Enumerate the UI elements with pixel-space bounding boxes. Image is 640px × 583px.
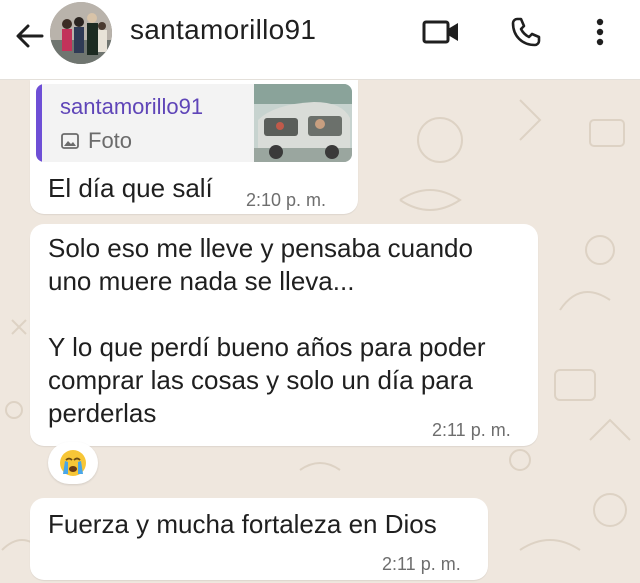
back-arrow-icon[interactable]	[12, 18, 48, 54]
message-timestamp: 2:11 p. m.	[382, 554, 461, 574]
video-call-icon[interactable]	[420, 14, 462, 50]
contact-name[interactable]: santamorillo91	[130, 14, 316, 46]
chat-area[interactable]: santamorillo91 Foto El día que salí 2:10…	[0, 80, 640, 583]
quoted-message[interactable]: santamorillo91 Foto	[36, 84, 352, 162]
more-options-icon[interactable]	[586, 14, 614, 50]
quote-media-type: Foto	[60, 128, 132, 154]
message-text-line: perderlas	[48, 398, 157, 428]
photo-icon	[61, 133, 79, 149]
message-timestamp: 2:11 p. m.	[432, 420, 511, 440]
message-bubble[interactable]: Fuerza y mucha fortaleza en Dios 2:11 p.…	[30, 498, 488, 580]
chat-header: santamorillo91	[0, 0, 640, 80]
quote-accent-bar	[36, 84, 42, 162]
avatar-photo	[50, 2, 112, 64]
message-text-line: Y lo que perdí bueno años para poder	[48, 332, 486, 362]
message-text: El día que salí	[48, 173, 213, 203]
quoted-photo-thumbnail[interactable]	[254, 84, 352, 162]
contact-avatar[interactable]	[50, 2, 112, 64]
message-bubble[interactable]: Solo eso me lleve y pensaba cuando uno m…	[30, 224, 538, 446]
quote-type-label: Foto	[88, 128, 133, 153]
crying-face-emoji-icon	[60, 450, 86, 476]
message-reaction[interactable]	[48, 442, 98, 484]
message-timestamp: 2:10 p. m.	[246, 190, 327, 210]
message-text-line: comprar las cosas y solo un día para	[48, 365, 473, 395]
message-bubble[interactable]: santamorillo91 Foto El día que salí 2:10…	[30, 80, 358, 214]
phone-call-icon[interactable]	[508, 14, 544, 50]
message-text: Fuerza y mucha fortaleza en Dios	[48, 509, 437, 539]
message-text-line: Solo eso me lleve y pensaba cuando	[48, 233, 473, 263]
quote-author: santamorillo91	[60, 94, 204, 119]
message-text-line: uno muere nada se lleva...	[48, 266, 355, 296]
